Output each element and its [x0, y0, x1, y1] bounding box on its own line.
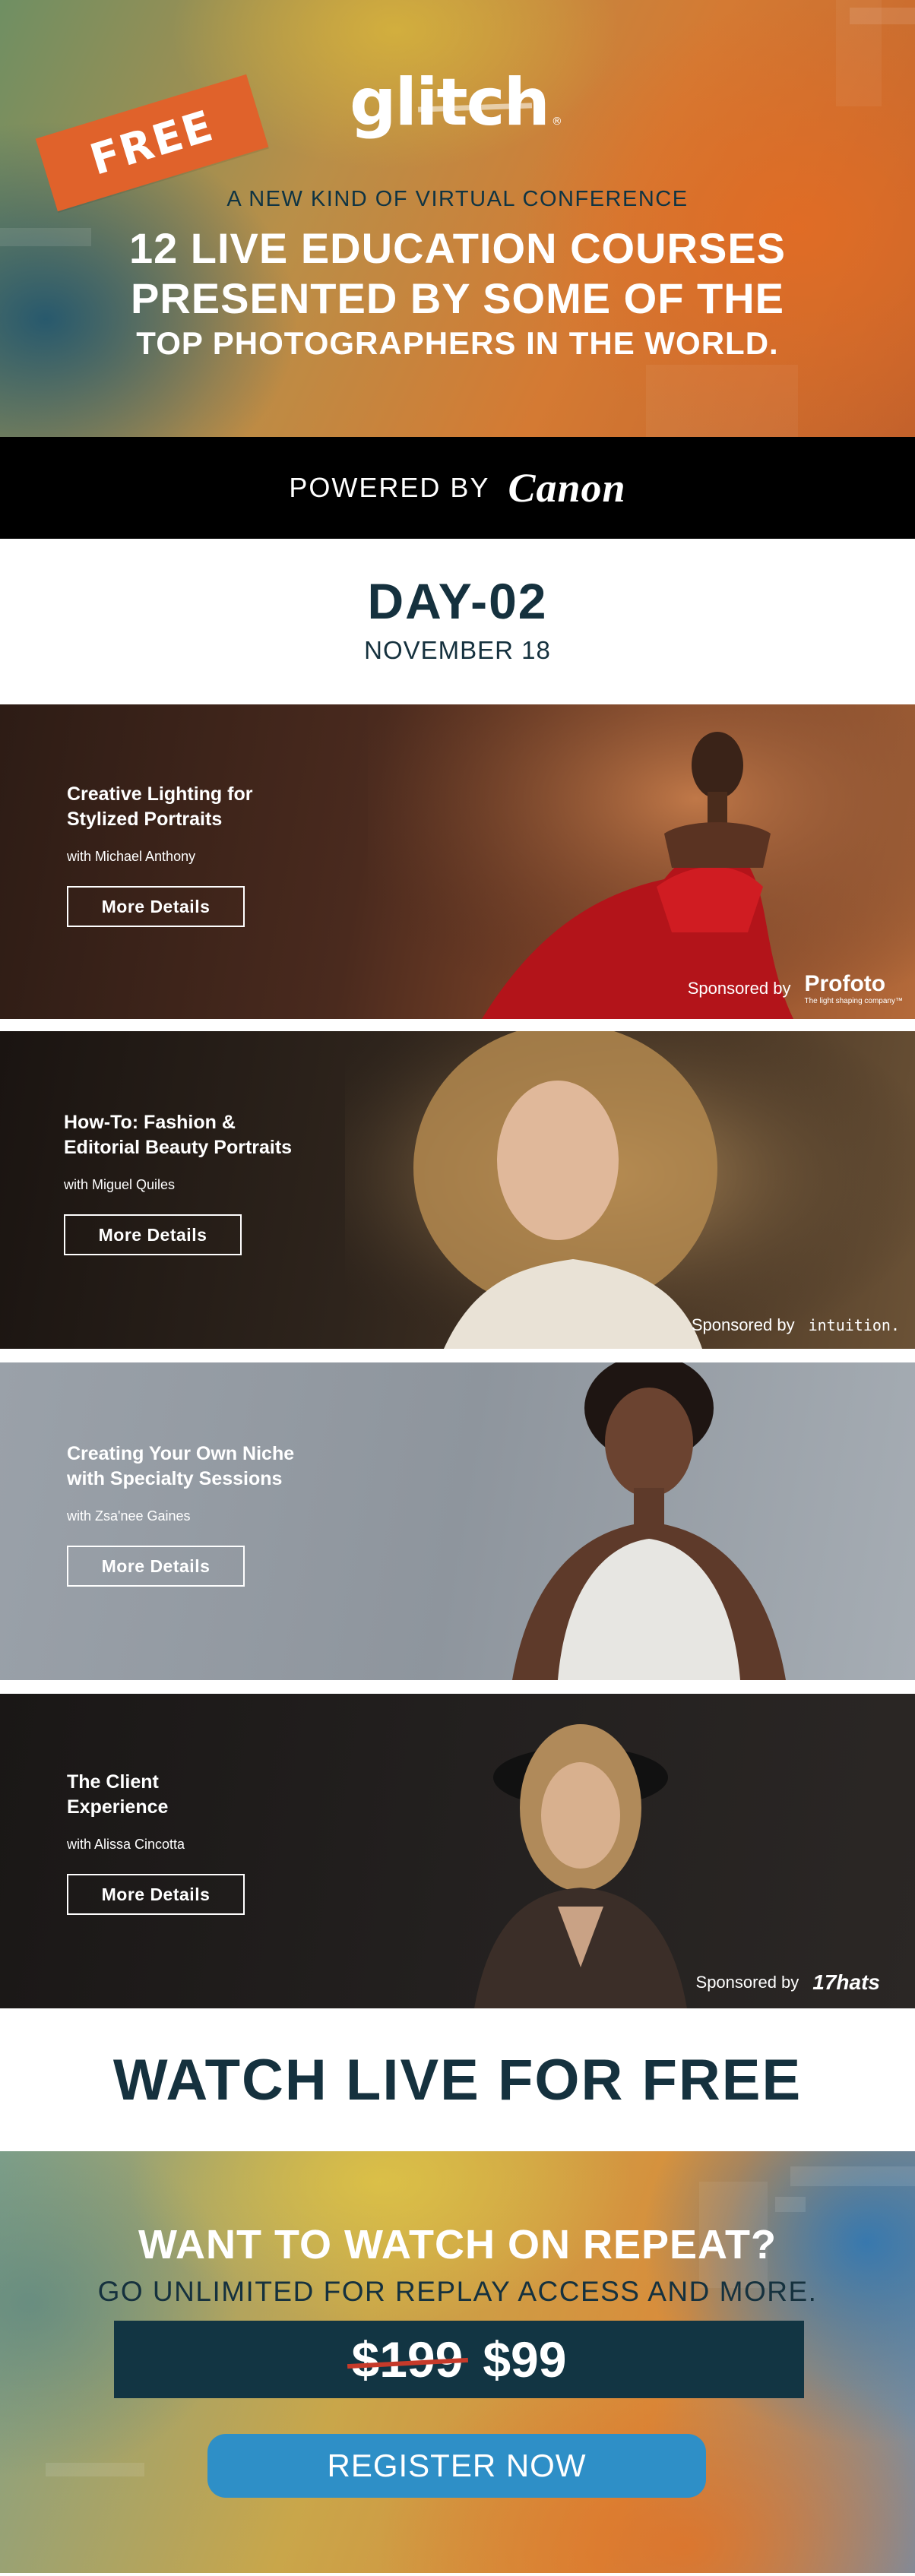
course-card-fashion-beauty: How-To: Fashion & Editorial Beauty Portr…: [0, 1031, 915, 1349]
glitch-logo: glitch ®: [350, 70, 578, 153]
sponsor-credit: Sponsored by Profoto The light shaping c…: [688, 971, 903, 1005]
course-text: How-To: Fashion & Editorial Beauty Portr…: [64, 1110, 292, 1255]
course-photo-curly-hair: [345, 1031, 915, 1349]
course-title-line-2: Stylized Portraits: [67, 809, 223, 830]
day-date: NOVEMBER 18: [364, 636, 551, 664]
decor-block: [836, 0, 882, 106]
decor-block: [790, 2166, 915, 2186]
powered-by-bar: POWERED BY Canon: [0, 437, 915, 539]
promo-subline: GO UNLIMITED FOR REPLAY ACCESS AND MORE.: [97, 2276, 818, 2307]
profoto-tagline: The light shaping company™: [804, 997, 903, 1005]
register-now-button[interactable]: REGISTER NOW: [207, 2434, 706, 2498]
course-photo-black-hat: [474, 1724, 687, 2008]
day-header: DAY-02 NOVEMBER 18: [0, 539, 915, 704]
hero-headline-line-1: 12 LIVE EDUCATION COURSES: [128, 224, 787, 272]
course-title-line-1: Creating Your Own Niche: [67, 1443, 295, 1464]
17hats-logo: 17hats: [812, 1970, 880, 1994]
sponsor-credit: Sponsored by intuition.: [692, 1315, 900, 1335]
hero-banner: FREE glitch ® A NEW KIND OF VIRTUAL CONF…: [0, 0, 915, 437]
course-text: Creative Lighting for Stylized Portraits…: [67, 782, 252, 927]
powered-by-label: POWERED BY: [289, 472, 490, 503]
promo-question: WANT TO WATCH ON REPEAT?: [138, 2222, 777, 2267]
watch-live-heading: WATCH LIVE FOR FREE: [112, 2047, 803, 2112]
register-now-label: REGISTER NOW: [327, 2448, 587, 2483]
decor-block: [775, 2197, 806, 2212]
decor-block: [46, 2463, 144, 2476]
course-title-line-1: How-To: Fashion &: [64, 1112, 236, 1133]
canon-logo: Canon: [508, 465, 626, 511]
course-text: The Client Experience with Alissa Cincot…: [67, 1770, 245, 1915]
watch-live-banner: WATCH LIVE FOR FREE: [0, 2008, 915, 2151]
course-instructor: with Miguel Quiles: [64, 1177, 176, 1192]
sponsored-by-label: Sponsored by: [691, 1315, 795, 1334]
course-photo-white-top: [512, 1362, 786, 1680]
profoto-logo-text: Profoto: [804, 971, 886, 996]
course-instructor: with Zsa'nee Gaines: [67, 1508, 191, 1524]
new-price: $99: [483, 2331, 567, 2388]
free-badge-label: FREE: [84, 100, 220, 185]
decor-block: [646, 365, 798, 437]
day-title: DAY-02: [367, 573, 548, 629]
course-title-line-1: The Client: [67, 1771, 159, 1793]
course-title-line-2: Editorial Beauty Portraits: [64, 1137, 293, 1158]
profoto-logo: Profoto The light shaping company™: [804, 971, 903, 1005]
more-details-button[interactable]: More Details: [67, 1874, 245, 1915]
more-details-button[interactable]: More Details: [67, 1546, 245, 1587]
course-instructor: with Alissa Cincotta: [67, 1837, 185, 1852]
hero-headline-line-2: PRESENTED BY SOME OF THE: [131, 274, 784, 322]
registered-mark: ®: [551, 116, 562, 128]
hero-headline-line-3: TOP PHOTOGRAPHERS IN THE WORLD.: [136, 325, 779, 361]
course-text: Creating Your Own Niche with Specialty S…: [67, 1441, 294, 1587]
course-instructor: with Michael Anthony: [67, 849, 196, 864]
course-card-creative-lighting: Creative Lighting for Stylized Portraits…: [0, 704, 915, 1019]
course-title-line-2: Experience: [67, 1796, 169, 1818]
hero-kicker: A NEW KIND OF VIRTUAL CONFERENCE: [226, 187, 689, 211]
course-title-line-1: Creative Lighting for: [67, 783, 253, 805]
replay-promo: WANT TO WATCH ON REPEAT? GO UNLIMITED FO…: [0, 2151, 915, 2573]
intuition-logo: intuition.: [808, 1316, 900, 1334]
sponsored-by-label: Sponsored by: [687, 978, 791, 998]
sponsor-credit: Sponsored by 17hats: [696, 1970, 880, 1995]
more-details-button[interactable]: More Details: [67, 886, 245, 927]
course-card-client-experience: The Client Experience with Alissa Cincot…: [0, 1694, 915, 2008]
old-price: $199: [351, 2331, 464, 2388]
sponsored-by-label: Sponsored by: [695, 1973, 799, 1992]
price-box: $199 $99: [114, 2321, 804, 2398]
more-details-button[interactable]: More Details: [64, 1214, 242, 1255]
course-card-niche-sessions: Creating Your Own Niche with Specialty S…: [0, 1362, 915, 1680]
course-title-line-2: with Specialty Sessions: [67, 1468, 283, 1489]
